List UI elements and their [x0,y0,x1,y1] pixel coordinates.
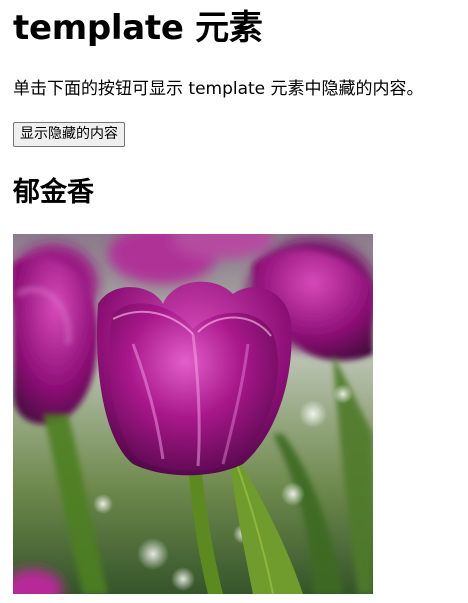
page-title: template 元素 [13,8,263,48]
section-heading: 郁金香 [13,177,94,208]
page-description: 单击下面的按钮可显示 template 元素中隐藏的内容。 [13,79,424,99]
tulip-image [13,234,373,594]
show-hidden-content-button[interactable]: 显示隐藏的内容 [13,122,125,147]
